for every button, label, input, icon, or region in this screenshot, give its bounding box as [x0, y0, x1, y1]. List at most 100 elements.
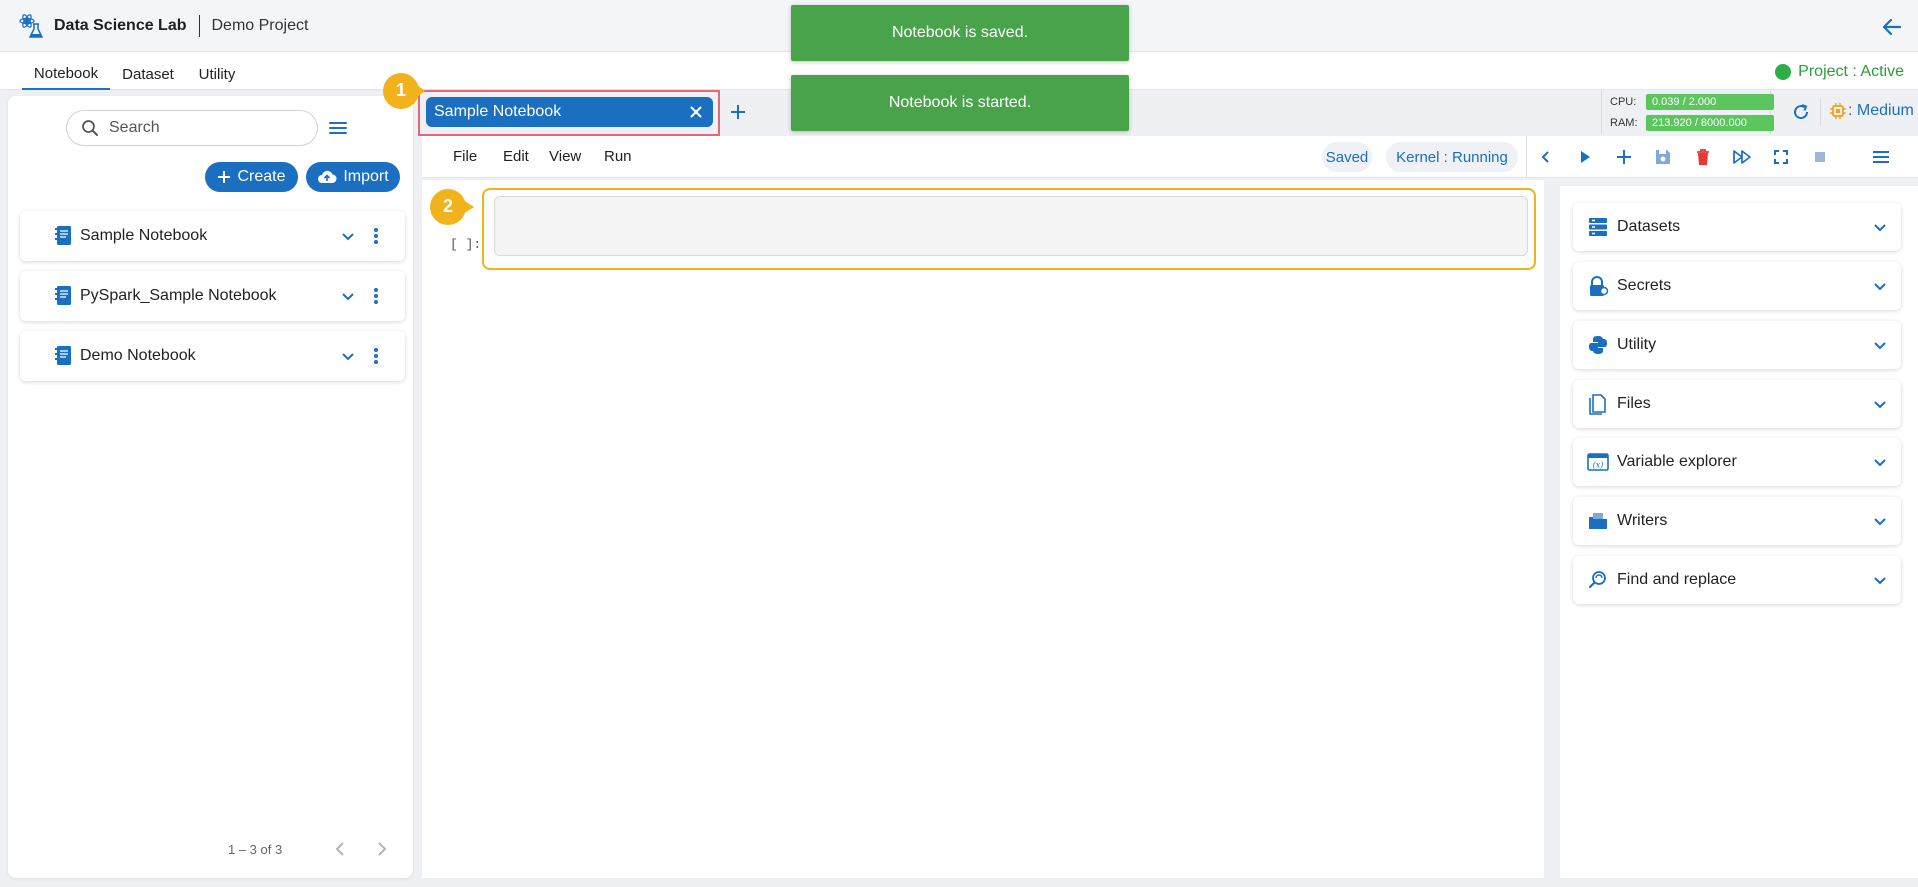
- resource-separator: [1820, 98, 1821, 126]
- menu-view[interactable]: View: [549, 148, 581, 165]
- ram-usage-row: RAM: 213.920 / 8000.000: [1610, 114, 1774, 132]
- kernel-status-label: Kernel : Running: [1396, 148, 1508, 166]
- notebook-file-icon: [55, 346, 71, 365]
- accordion-label: Secrets: [1617, 277, 1672, 294]
- notebook-editor: [ ]:: [422, 180, 1544, 878]
- hamburger-menu-icon[interactable]: [1870, 146, 1892, 168]
- plus-icon: [218, 171, 231, 183]
- import-button[interactable]: Import: [306, 162, 400, 192]
- stop-kernel-icon[interactable]: [1809, 146, 1831, 168]
- add-tab-icon[interactable]: [728, 100, 748, 124]
- accordion-secrets[interactable]: Secrets: [1573, 262, 1901, 310]
- notebook-name: Sample Notebook: [80, 227, 208, 244]
- notebook-side-panel: Datasets Secrets Utility Files (x) Varia…: [1554, 186, 1918, 878]
- back-arrow-icon[interactable]: [1880, 15, 1904, 39]
- variable-explorer-icon: (x): [1587, 453, 1609, 471]
- cpu-usage-bar: 0.039 / 2.000: [1646, 94, 1774, 110]
- chevron-down-icon[interactable]: [339, 287, 357, 305]
- cpu-chip-icon: [1830, 103, 1846, 119]
- svg-text:(x): (x): [1593, 461, 1604, 470]
- list-menu-icon[interactable]: [326, 116, 350, 140]
- toast-message: Notebook is saved.: [891, 24, 1029, 41]
- writers-folder-icon: [1589, 513, 1607, 529]
- notebook-tab[interactable]: Sample Notebook: [426, 97, 713, 127]
- refresh-icon[interactable]: [1791, 102, 1811, 122]
- accordion-label: Variable explorer: [1617, 453, 1737, 470]
- notebook-tab-label: Sample Notebook: [434, 103, 562, 120]
- files-icon: [1589, 394, 1606, 415]
- resource-usage: CPU: 0.039 / 2.000 RAM: 213.920 / 8000.0…: [1601, 90, 1918, 134]
- toast-notebook-saved: Notebook is saved.: [791, 5, 1129, 61]
- close-icon[interactable]: [687, 103, 705, 121]
- search-input[interactable]: [109, 119, 299, 137]
- chevron-down-icon[interactable]: [1871, 218, 1889, 236]
- accordion-files[interactable]: Files: [1573, 380, 1901, 428]
- ram-usage-bar: 213.920 / 8000.000: [1646, 115, 1774, 131]
- nav-tab-label: Dataset: [122, 65, 174, 83]
- project-name: Demo Project: [211, 16, 309, 34]
- nav-tab-dataset[interactable]: Dataset: [116, 58, 180, 90]
- previous-cell-icon[interactable]: [1535, 146, 1557, 168]
- accordion-datasets[interactable]: Datasets: [1573, 203, 1901, 251]
- project-status: Project : Active: [1775, 58, 1904, 86]
- search-icon: [82, 120, 98, 136]
- more-options-icon[interactable]: [373, 347, 379, 365]
- chevron-down-icon[interactable]: [1871, 571, 1889, 589]
- chevron-down-icon[interactable]: [339, 227, 357, 245]
- accordion-find-and-replace[interactable]: Find and replace: [1573, 556, 1901, 604]
- accordion-label: Files: [1617, 395, 1651, 412]
- saved-status-label: Saved: [1325, 148, 1369, 166]
- menu-edit[interactable]: Edit: [503, 148, 529, 165]
- notebook-list-item[interactable]: PySpark_Sample Notebook: [20, 271, 405, 321]
- cloud-upload-icon: [318, 170, 337, 184]
- saved-status-chip: Saved: [1322, 142, 1372, 172]
- app-title: Data Science Lab: [54, 16, 187, 34]
- nav-tab-utility[interactable]: Utility: [190, 58, 244, 90]
- fullscreen-icon[interactable]: [1770, 146, 1792, 168]
- compute-size-label: : Medium: [1848, 102, 1914, 119]
- chevron-down-icon[interactable]: [1871, 453, 1889, 471]
- notebook-file-icon: [55, 286, 71, 305]
- accordion-label: Utility: [1617, 336, 1657, 353]
- notebook-name: Demo Notebook: [80, 347, 196, 364]
- run-cell-icon[interactable]: [1574, 146, 1596, 168]
- accordion-variable-explorer[interactable]: (x) Variable explorer: [1573, 438, 1901, 486]
- more-options-icon[interactable]: [373, 227, 379, 245]
- accordion-writers[interactable]: Writers: [1573, 497, 1901, 545]
- title-separator: [198, 14, 200, 37]
- save-icon[interactable]: [1652, 146, 1674, 168]
- chevron-down-icon[interactable]: [1871, 395, 1889, 413]
- callout-number: 2: [442, 196, 453, 216]
- more-options-icon[interactable]: [373, 287, 379, 305]
- chevron-down-icon[interactable]: [1871, 512, 1889, 530]
- menu-file[interactable]: File: [453, 148, 477, 165]
- compute-size[interactable]: : Medium: [1828, 100, 1914, 122]
- notebook-list-item[interactable]: Demo Notebook: [20, 331, 405, 381]
- status-active-dot: [1775, 64, 1792, 80]
- add-cell-icon[interactable]: [1613, 146, 1635, 168]
- toast-message: Notebook is started.: [888, 94, 1032, 111]
- notebook-list-panel: Create Import Sample Notebook PySpark_Sa…: [8, 96, 413, 878]
- chevron-right-icon[interactable]: [372, 839, 392, 859]
- create-button[interactable]: Create: [205, 162, 298, 192]
- data-science-lab-logo-icon: [16, 11, 46, 41]
- code-cell-input[interactable]: [494, 196, 1528, 256]
- resource-meter: CPU: 0.039 / 2.000 RAM: 213.920 / 8000.0…: [1601, 90, 1774, 134]
- run-all-icon[interactable]: [1731, 146, 1753, 168]
- chevron-down-icon[interactable]: [1871, 277, 1889, 295]
- toast-notebook-started: Notebook is started.: [791, 75, 1129, 131]
- notebook-list-item[interactable]: Sample Notebook: [20, 211, 405, 261]
- project-status-label: Project : Active: [1798, 63, 1904, 80]
- import-button-label: Import: [343, 168, 389, 185]
- delete-cell-icon[interactable]: [1692, 146, 1714, 168]
- menu-run[interactable]: Run: [604, 148, 632, 165]
- chevron-left-icon[interactable]: [330, 839, 350, 859]
- chevron-down-icon[interactable]: [339, 347, 357, 365]
- nav-tab-notebook[interactable]: Notebook: [22, 58, 110, 90]
- cell-execution-prompt: [ ]:: [450, 237, 482, 252]
- nav-tab-label: Notebook: [33, 64, 99, 82]
- accordion-label: Datasets: [1617, 218, 1681, 235]
- accordion-utility[interactable]: Utility: [1573, 321, 1901, 369]
- cpu-usage-row: CPU: 0.039 / 2.000: [1610, 93, 1774, 111]
- chevron-down-icon[interactable]: [1871, 336, 1889, 354]
